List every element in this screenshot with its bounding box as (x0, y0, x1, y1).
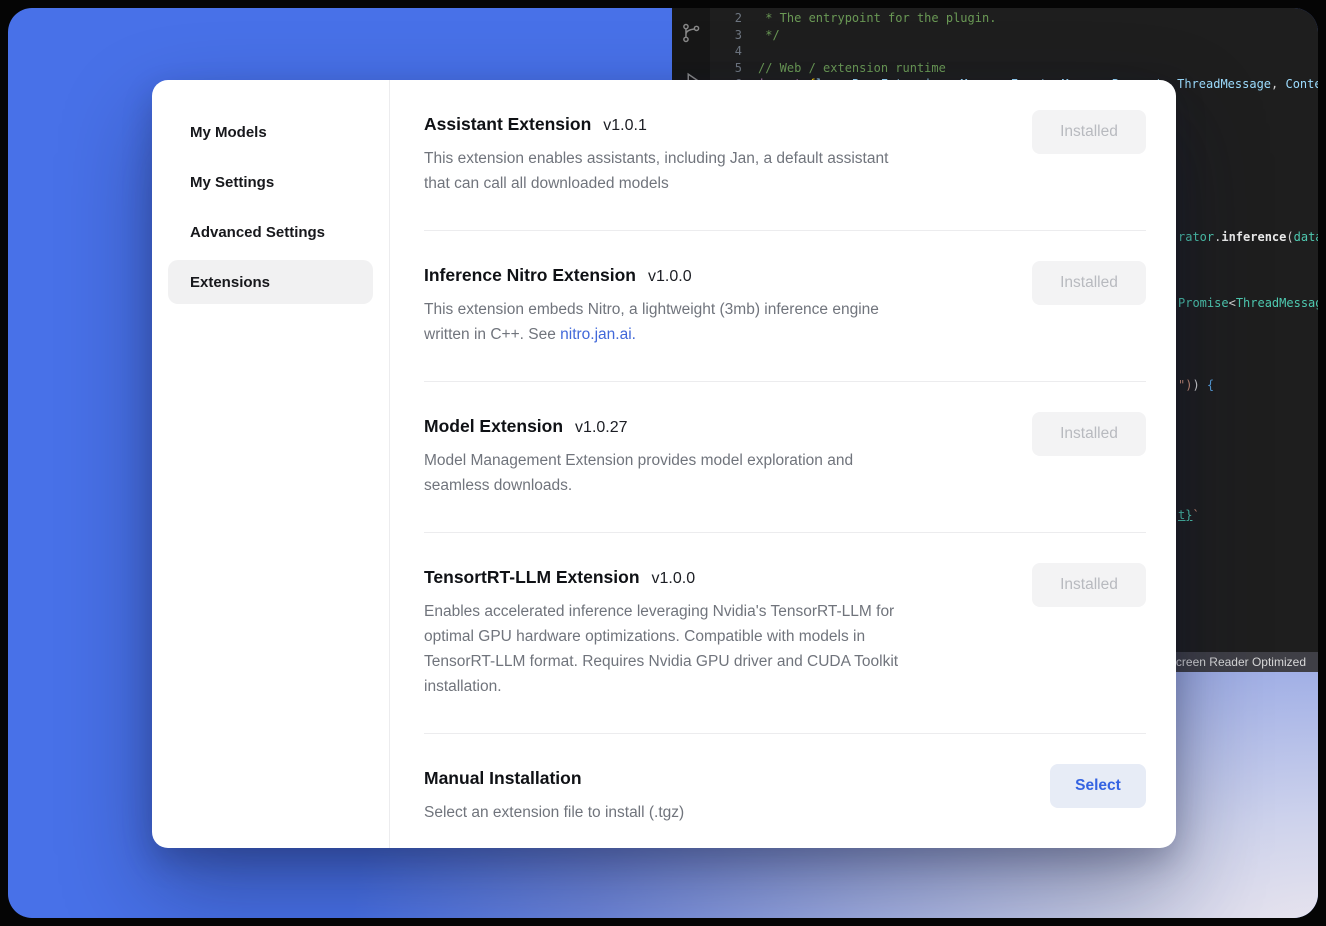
screenshot-stage: 2 * The entrypoint for the plugin.3 */45… (0, 0, 1326, 926)
extension-name: Inference Nitro Extension (424, 265, 636, 285)
extension-info: TensortRT-LLM Extension v1.0.0 Enables acc… (424, 563, 898, 699)
code-token: ") (1178, 378, 1192, 392)
extension-name: TensortRT-LLM Extension (424, 567, 640, 587)
extension-row-assistant-extension: Assistant Extension v1.0.1 This extension … (424, 80, 1146, 230)
code-token: ( (1286, 230, 1293, 244)
sidebar-item-extensions[interactable]: Extensions (168, 260, 373, 304)
code-token: // Web / extension runtime (758, 61, 946, 75)
extension-title-line: Inference Nitro Extension v1.0.0 (424, 261, 879, 289)
installed-button-tensortrt-llm-extension[interactable]: Installed (1032, 563, 1146, 607)
extension-version: v1.0.1 (603, 117, 647, 134)
code-token: ThreadMessage (1236, 296, 1318, 310)
line-number: 3 (710, 28, 742, 42)
extension-version: v1.0.27 (575, 419, 627, 436)
select-button[interactable]: Select (1050, 764, 1146, 808)
sidebar-item-my-models[interactable]: My Models (168, 110, 373, 154)
code-token: rator (1178, 230, 1214, 244)
code-token: Promise (1178, 296, 1229, 310)
code-fragment: ")) { (1178, 378, 1214, 392)
extension-title-line: Assistant Extension v1.0.1 (424, 110, 888, 138)
code-text: * The entrypoint for the plugin. (758, 11, 996, 25)
code-token: , (1271, 77, 1285, 91)
extension-title-line: TensortRT-LLM Extension v1.0.0 (424, 563, 898, 591)
code-token: < (1229, 296, 1236, 310)
code-text: // Web / extension runtime (758, 61, 946, 75)
code-fragment: rator.inference(data)); (1178, 230, 1318, 244)
extension-row-tensortrt-llm-extension: TensortRT-LLM Extension v1.0.0 Enables acc… (424, 532, 1146, 733)
extension-description: Model Management Extension provides mode… (424, 448, 853, 498)
code-token: ContentType (1285, 77, 1318, 91)
extension-info: Inference Nitro Extension v1.0.0 This exte… (424, 261, 879, 347)
extension-name: Assistant Extension (424, 114, 591, 134)
settings-modal: My Models My Settings Advanced Settings Ext… (152, 80, 1176, 848)
extension-name: Manual Installation (424, 768, 582, 788)
extension-row-inference-nitro-extension: Inference Nitro Extension v1.0.0 This exte… (424, 230, 1146, 381)
extension-info: Model Extension v1.0.27 Model Management E… (424, 412, 853, 498)
sidebar-item-my-settings[interactable]: My Settings (168, 160, 373, 204)
extension-row-model-extension: Model Extension v1.0.27 Model Management E… (424, 381, 1146, 532)
extension-description: This extension embeds Nitro, a lightweig… (424, 297, 879, 347)
code-line: 5 // Web / extension runtime (710, 60, 1318, 77)
extension-description: Select an extension file to install (.tg… (424, 800, 684, 825)
line-number: 2 (710, 11, 742, 25)
installed-button-model-extension[interactable]: Installed (1032, 412, 1146, 456)
code-line: 4 (710, 43, 1318, 60)
code-token: ) (1192, 378, 1206, 392)
code-token: data (1294, 230, 1318, 244)
code-token: */ (758, 28, 780, 42)
nitro-jan-ai-link[interactable]: nitro.jan.ai. (560, 326, 636, 343)
line-number: 5 (710, 61, 742, 75)
installed-button-assistant-extension[interactable]: Installed (1032, 110, 1146, 154)
code-token: ` (1192, 508, 1199, 522)
extension-info: Assistant Extension v1.0.1 This extension … (424, 110, 888, 196)
extension-title-line: Model Extension v1.0.27 (424, 412, 853, 440)
settings-sidebar: My Models My Settings Advanced Settings Ext… (152, 80, 390, 848)
sidebar-item-advanced-settings[interactable]: Advanced Settings (168, 210, 373, 254)
extension-description: This extension enables assistants, inclu… (424, 146, 888, 196)
installed-button-inference-nitro-extension[interactable]: Installed (1032, 261, 1146, 305)
code-line: 2 * The entrypoint for the plugin. (710, 10, 1318, 27)
code-token: ThreadMessage (1177, 77, 1271, 91)
code-fragment: t}` (1178, 508, 1200, 522)
extension-name: Model Extension (424, 416, 563, 436)
extension-version: v1.0.0 (648, 268, 692, 285)
code-token: { (1207, 378, 1214, 392)
extension-version: v1.0.0 (652, 570, 696, 587)
app-window: 2 * The entrypoint for the plugin.3 */45… (8, 8, 1318, 918)
code-token: inference (1221, 230, 1286, 244)
code-text: */ (758, 28, 780, 42)
extension-row-manual-installation: Manual Installation Select an extension f… (424, 733, 1146, 848)
code-token: * The entrypoint for the plugin. (758, 11, 996, 25)
extensions-list: Assistant Extension v1.0.1 This extension … (390, 80, 1176, 848)
line-number: 4 (710, 44, 742, 58)
extension-info: Manual Installation Select an extension f… (424, 764, 684, 825)
code-fragment: Promise<ThreadMessage> (1178, 296, 1318, 310)
extension-description: Enables accelerated inference leveraging… (424, 599, 898, 699)
code-line: 3 */ (710, 27, 1318, 44)
code-token: t} (1178, 508, 1192, 522)
screen-reader-optimized-status[interactable]: Screen Reader Optimized (1156, 652, 1318, 672)
source-control-icon[interactable] (680, 22, 702, 44)
extension-title-line: Manual Installation (424, 764, 684, 792)
